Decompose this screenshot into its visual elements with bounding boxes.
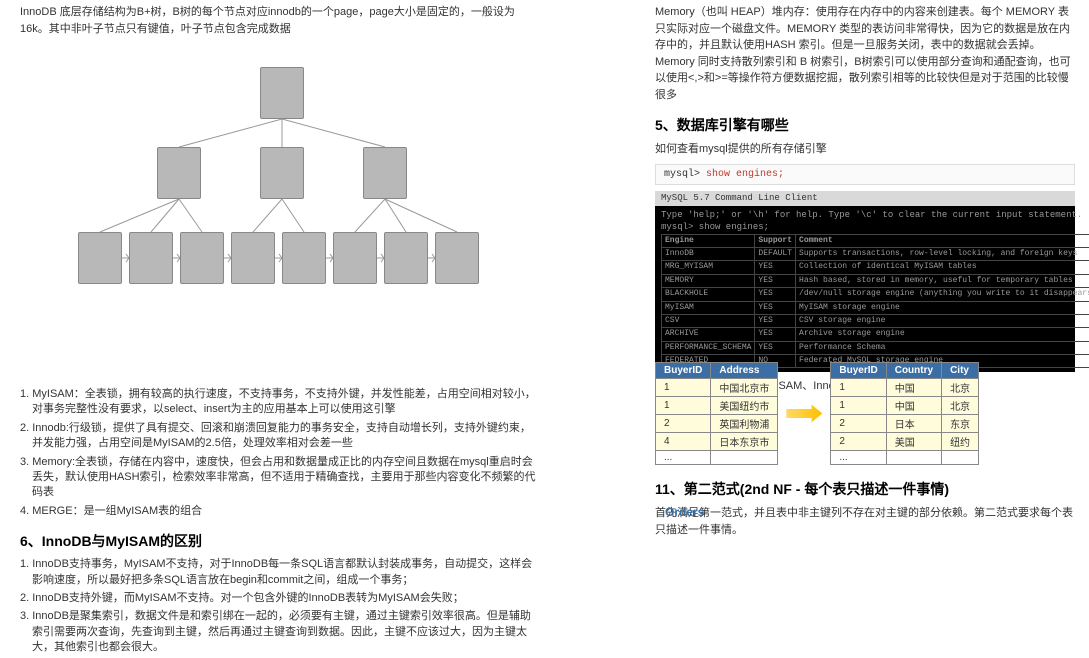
memory-desc: Memory（也叫 HEAP）堆内存：使用存在内存中的内容来创建表。每个 MEM… — [655, 4, 1075, 103]
innodb-desc: InnoDB 底层存储结构为B+树，B树的每个节点对应innodb的一个page… — [20, 4, 540, 37]
diff-list: 1. InnoDB支持事务，MyISAM不支持，对于InnoDB每一条SQL语言… — [20, 557, 540, 655]
heading-5: 5、数据库引擎有哪些 — [655, 115, 1075, 135]
list-item: 3. Memory:全表锁，存储在内容中，速度快，但会占用和数据量成正比的内存空… — [20, 455, 540, 501]
list-item: 1. InnoDB支持事务，MyISAM不支持，对于InnoDB每一条SQL语言… — [20, 557, 540, 588]
nf-table-left: BuyerIDAddress1中国北京市1美国纽约市2英国利物浦4日本东京市..… — [655, 362, 778, 465]
orders-label: Orders — [665, 505, 704, 519]
terminal: MySQL 5.7 Command Line Client Type 'help… — [655, 191, 1075, 373]
btree-diagram — [20, 47, 540, 302]
nf-tables: BuyerIDAddress1中国北京市1美国纽约市2英国利物浦4日本东京市..… — [655, 362, 1075, 465]
heading-6: 6、InnoDB与MyISAM的区别 — [20, 531, 540, 551]
list-item: 1. MyISAM：全表锁，拥有较高的执行速度，不支持事务，不支持外键，并发性能… — [20, 387, 540, 418]
sql-command: mysql> show engines; — [655, 164, 1075, 185]
terminal-title: MySQL 5.7 Command Line Client — [655, 191, 1075, 207]
list-item: 2. Innodb:行级锁，提供了具有提交、回滚和崩溃回复能力的事务安全，支持自… — [20, 421, 540, 452]
p11: 首先满足第一范式，并且表中非主键列不存在对主键的部分依赖。第二范式要求每个表只描… — [655, 505, 1075, 538]
nf-table-right: BuyerIDCountryCity1中国北京1中国北京2日本东京2美国纽约..… — [830, 362, 979, 465]
list-item: 4. MERGE：是一组MyISAM表的组合 — [20, 504, 540, 519]
engine-list: 1. MyISAM：全表锁，拥有较高的执行速度，不支持事务，不支持外键，并发性能… — [20, 387, 540, 519]
arrow-icon — [786, 405, 822, 423]
list-item: 3. InnoDB是聚集索引，数据文件是和索引绑在一起的，必须要有主键，通过主键… — [20, 609, 540, 655]
heading-11: 11、第二范式(2nd NF - 每个表只描述一件事情) — [655, 479, 1075, 499]
list-item: 2. InnoDB支持外键，而MyISAM不支持。对一个包含外键的InnoDB表… — [20, 591, 540, 606]
p5: 如何查看mysql提供的所有存储引擎 — [655, 141, 1075, 158]
